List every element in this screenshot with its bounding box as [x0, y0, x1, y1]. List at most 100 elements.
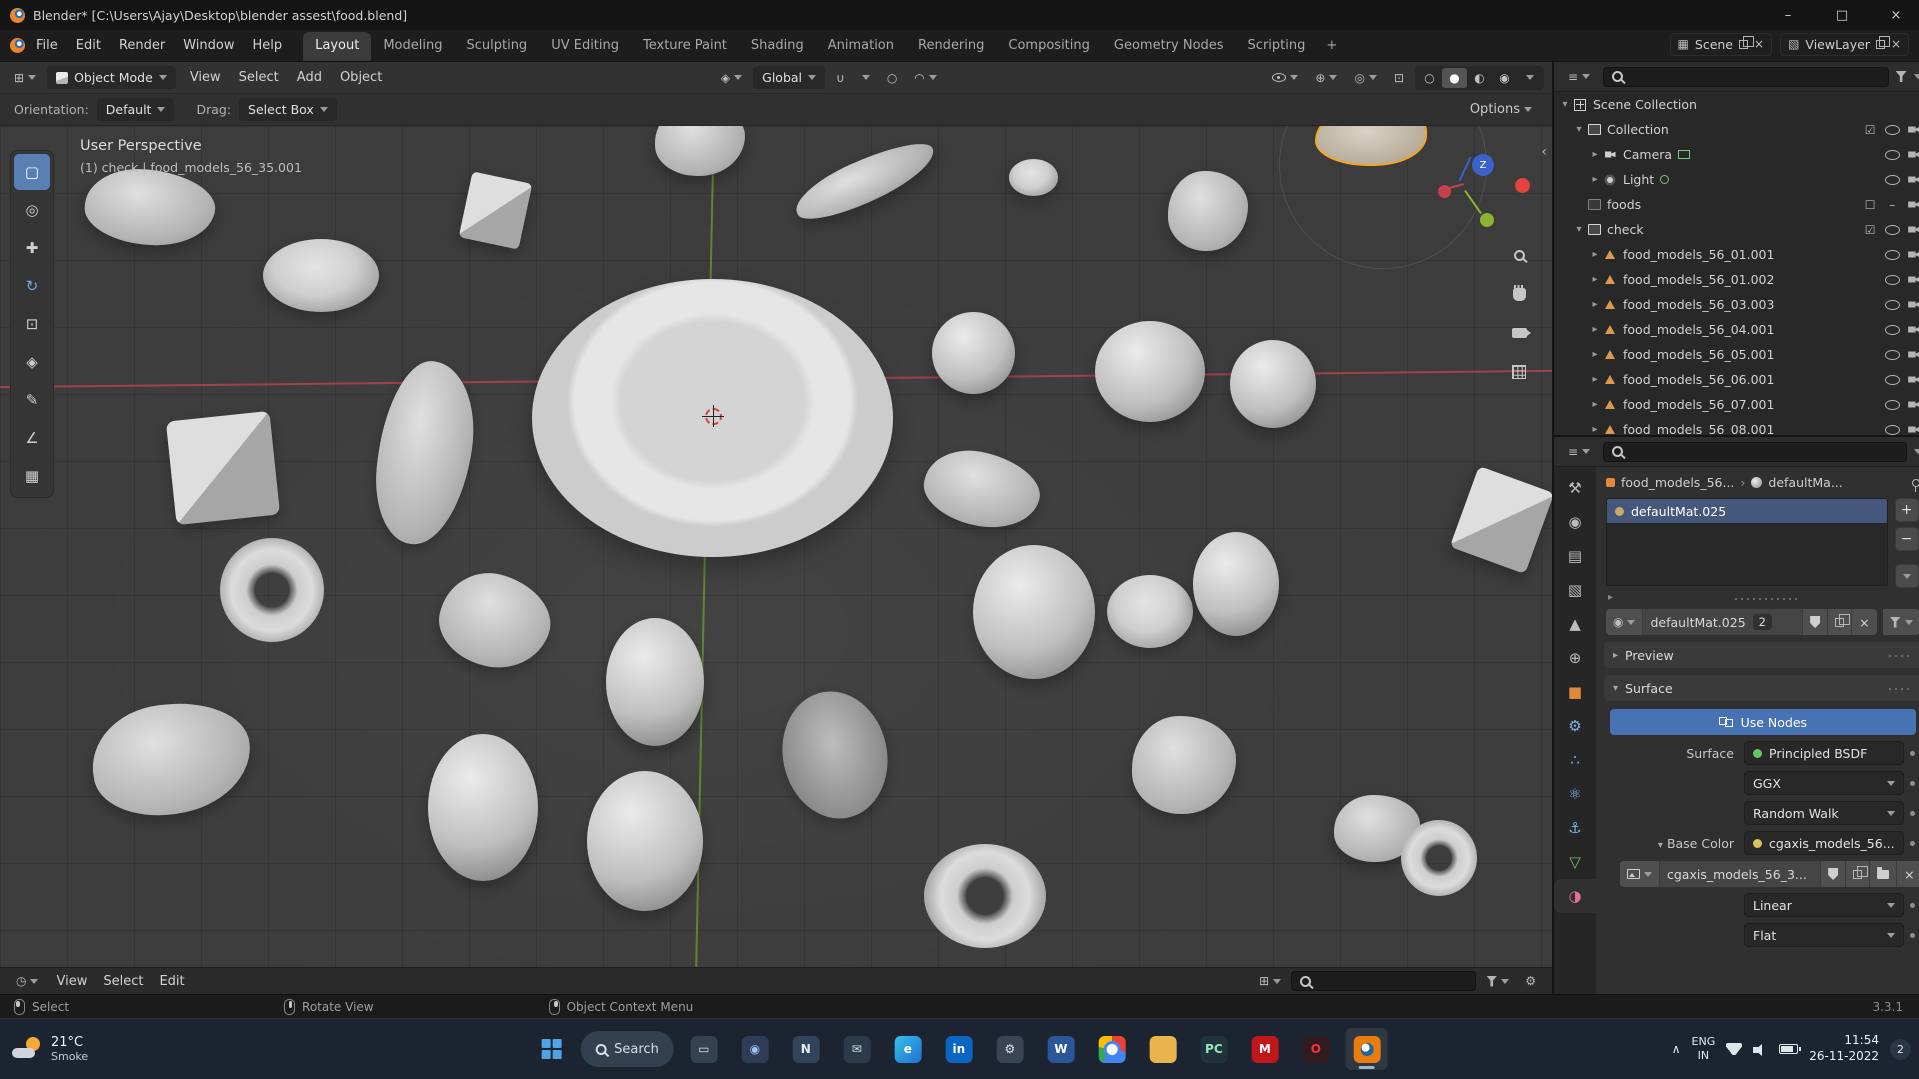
- row-label[interactable]: Scene Collection: [1593, 97, 1697, 112]
- row-control-icon[interactable]: [1861, 123, 1880, 137]
- outliner-row[interactable]: ▸ food_models_56_03.003: [1554, 292, 1919, 317]
- expander-icon[interactable]: ▸: [1588, 274, 1602, 285]
- orientation-dropdown[interactable]: Default: [96, 98, 175, 121]
- editor-menu-item[interactable]: View: [48, 971, 95, 992]
- material-specials-button[interactable]: [1882, 609, 1919, 635]
- breadcrumb-material[interactable]: defaultMa...: [1768, 475, 1842, 490]
- remove-slot-button[interactable]: −: [1894, 527, 1919, 551]
- drag-grip[interactable]: [1886, 653, 1913, 657]
- expander-icon[interactable]: ▸: [1588, 299, 1602, 310]
- row-label[interactable]: food_models_56_03.003: [1623, 297, 1774, 312]
- expander-icon[interactable]: ▸: [1588, 324, 1602, 335]
- cut-fruit[interactable]: [770, 681, 900, 829]
- opera-browser[interactable]: O: [1295, 1028, 1337, 1070]
- world[interactable]: ⊕: [1554, 641, 1596, 675]
- notepad-app[interactable]: N: [785, 1028, 827, 1070]
- file-explorer[interactable]: ▭: [683, 1028, 725, 1070]
- clock[interactable]: 11:54 26-11-2022: [1809, 1033, 1879, 1064]
- close-button[interactable]: ×: [1873, 0, 1919, 30]
- remove-viewlayer-icon[interactable]: ×: [1891, 37, 1901, 51]
- blender-menu-icon[interactable]: [10, 38, 25, 53]
- notification-badge[interactable]: 2: [1890, 1038, 1911, 1060]
- language-switcher[interactable]: ENG IN: [1692, 1035, 1716, 1063]
- image-name-field[interactable]: cgaxis_models_56_3...: [1660, 861, 1822, 887]
- camera-app[interactable]: ◉: [734, 1028, 776, 1070]
- properties-search-input[interactable]: [1603, 441, 1907, 462]
- row-control-icon[interactable]: [1883, 325, 1902, 335]
- distribution-dropdown[interactable]: GGX: [1744, 771, 1904, 795]
- chrome-browser[interactable]: [1091, 1028, 1133, 1070]
- particles[interactable]: ∴: [1554, 743, 1596, 777]
- overlays-button[interactable]: ◎: [1348, 68, 1382, 88]
- workspace-tab[interactable]: Sculpting: [454, 32, 539, 61]
- row-control-icon[interactable]: [1905, 201, 1919, 209]
- search-input[interactable]: [1291, 971, 1477, 991]
- row-control-icon[interactable]: [1905, 376, 1919, 384]
- row-label[interactable]: food_models_56_07.001: [1623, 397, 1774, 412]
- linkedin-app[interactable]: in: [938, 1028, 980, 1070]
- subsurface-method-dropdown[interactable]: Random Walk: [1744, 801, 1904, 825]
- row-control-icon[interactable]: [1883, 250, 1902, 260]
- row-label[interactable]: food_models_56_01.001: [1623, 247, 1774, 262]
- constraints[interactable]: ⚓: [1554, 811, 1596, 845]
- workspace-tab[interactable]: Animation: [816, 32, 906, 61]
- decorator[interactable]: [1904, 840, 1919, 846]
- row-label[interactable]: check: [1607, 222, 1644, 237]
- drag-dropdown[interactable]: Select Box: [239, 98, 337, 121]
- row-control-icon[interactable]: [1883, 198, 1902, 212]
- editor-type-button[interactable]: ≡: [1562, 442, 1596, 462]
- row-control-icon[interactable]: [1883, 225, 1902, 235]
- proportional-editing-button[interactable]: ○: [881, 68, 903, 88]
- file-folder[interactable]: [1142, 1028, 1184, 1070]
- chevron-down-icon[interactable]: [1913, 74, 1919, 79]
- expander-icon[interactable]: ▾: [1572, 124, 1586, 135]
- decorator[interactable]: [1904, 810, 1919, 816]
- pan-button[interactable]: [1508, 283, 1530, 305]
- viewport-menu-item[interactable]: View: [181, 65, 230, 90]
- row-control-icon[interactable]: [1905, 226, 1919, 234]
- row-label[interactable]: Collection: [1607, 122, 1669, 137]
- measure[interactable]: ∠: [14, 420, 50, 456]
- expander-icon[interactable]: ▸: [1588, 399, 1602, 410]
- hidden-icons-button[interactable]: ∧: [1672, 1042, 1681, 1056]
- wifi-icon[interactable]: [1726, 1043, 1743, 1055]
- shader-dropdown[interactable]: Principled BSDF: [1744, 741, 1904, 765]
- users-count-badge[interactable]: 2: [1752, 614, 1772, 630]
- shell-slices[interactable]: [916, 440, 1048, 539]
- x-axis-negative-handle[interactable]: [1515, 178, 1530, 193]
- object-visibility-button[interactable]: [1266, 69, 1304, 86]
- material-name-field[interactable]: defaultMat.025 2: [1643, 609, 1804, 635]
- decorator[interactable]: [1904, 780, 1919, 786]
- mcafee-app[interactable]: M: [1244, 1028, 1286, 1070]
- filter-button[interactable]: [1480, 972, 1515, 991]
- editor-menu-item[interactable]: Select: [95, 971, 151, 992]
- workspace-tab[interactable]: Texture Paint: [631, 32, 739, 61]
- preview-panel-header[interactable]: ▸ Preview: [1604, 642, 1919, 668]
- base-color-value-field[interactable]: cgaxis_models_56...: [1744, 831, 1904, 855]
- outliner-row[interactable]: ▸ food_models_56_01.002: [1554, 267, 1919, 292]
- row-control-icon[interactable]: [1905, 301, 1919, 309]
- donut[interactable]: [220, 538, 324, 642]
- slot-list-grip[interactable]: ▸: [1596, 588, 1919, 607]
- ball[interactable]: [1095, 321, 1205, 422]
- camera-view-button[interactable]: [1508, 322, 1531, 344]
- pin-icon[interactable]: [1911, 478, 1919, 492]
- material[interactable]: ◑: [1554, 879, 1596, 913]
- options-dropdown[interactable]: Options: [1464, 98, 1538, 121]
- workspace-tab[interactable]: UV Editing: [539, 32, 631, 61]
- cheese-wedge[interactable]: [1449, 465, 1552, 575]
- volume-icon[interactable]: [1753, 1043, 1768, 1056]
- menu-item[interactable]: Window: [174, 33, 243, 58]
- apple-half[interactable]: [606, 618, 704, 746]
- small-plate[interactable]: [263, 239, 379, 312]
- annotate[interactable]: ✎: [14, 382, 50, 418]
- output[interactable]: ▤: [1554, 539, 1596, 573]
- expander-icon[interactable]: ▸: [1588, 424, 1602, 435]
- maximize-button[interactable]: □: [1819, 0, 1865, 30]
- row-label[interactable]: Light: [1623, 172, 1654, 187]
- row-control-icon[interactable]: [1883, 275, 1902, 285]
- add-cube[interactable]: ▦: [14, 458, 50, 494]
- menu-item[interactable]: Edit: [67, 33, 110, 58]
- pycharm-app[interactable]: PC: [1193, 1028, 1235, 1070]
- transform-orientation-selector[interactable]: Global: [753, 66, 826, 89]
